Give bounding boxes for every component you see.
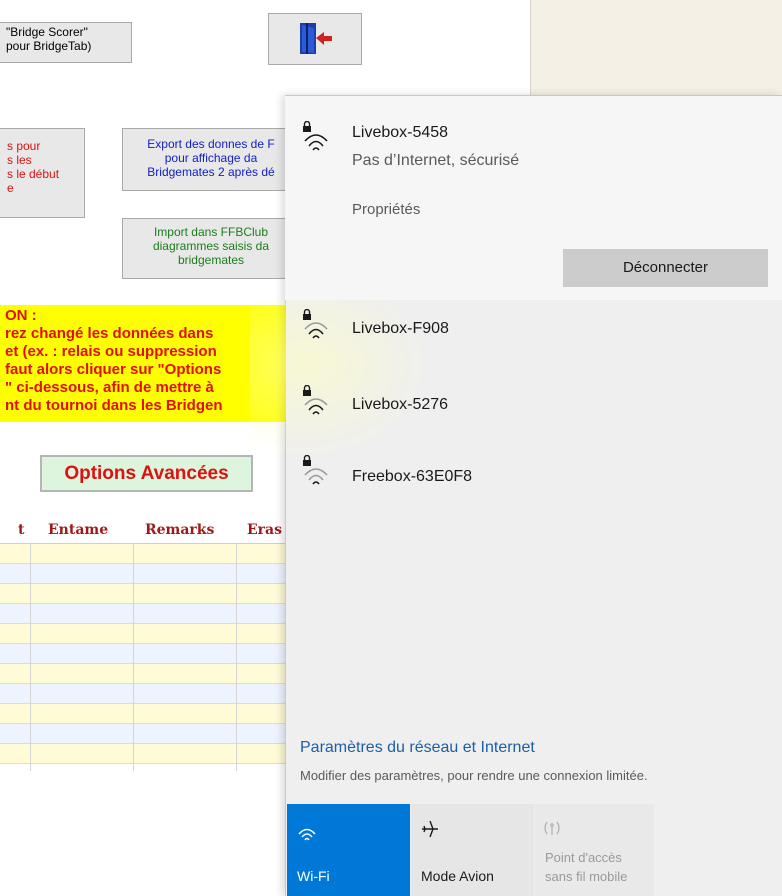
wifi-icon [298,828,316,841]
red-button-line4: e [7,181,14,195]
grid-column-divider [133,544,134,771]
grid-row[interactable] [0,684,300,704]
column-header-remarks: Remarks [145,522,215,538]
grid-row[interactable] [0,724,300,744]
import-line2: diagrammes saisis da [152,239,270,253]
red-button-line1: s pour [7,139,41,153]
grid-column-divider [236,544,237,771]
bridge-scorer-line2: pour BridgeTab) [6,39,92,53]
wifi-tile-label: Wi-Fi [297,868,330,884]
import-line1: Import dans FFBClub [153,225,269,239]
column-header-t: t [18,522,25,538]
import-button[interactable]: Import dans FFBClub diagrammes saisis da… [122,218,292,279]
column-header-entame: Entame [48,522,109,538]
grid-row[interactable] [0,604,300,624]
export-line2: pour affichage da [164,151,258,165]
red-button-line3: s le début [7,167,60,181]
airplane-mode-tile[interactable]: Mode Avion [411,804,534,896]
export-line3: Bridgemates 2 après dé [147,165,275,179]
network-name: Freebox-63E0F8 [352,468,473,485]
network-settings-link[interactable]: Paramètres du réseau et Internet [300,739,535,757]
grid-row[interactable] [0,644,300,664]
hotspot-icon [544,821,560,835]
network-name: Livebox-5276 [352,396,449,413]
properties-link[interactable]: Propriétés [352,201,420,218]
bridge-scorer-button[interactable]: "Bridge Scorer" pour BridgeTab) [0,22,132,63]
wifi-toggle-tile[interactable]: Wi-Fi [287,804,410,896]
wifi-secured-icon [303,309,328,339]
mobile-hotspot-tile[interactable]: Point d'accès sans fil mobile [535,804,654,896]
connected-network-name: Livebox-5458 [352,124,449,141]
grid-row[interactable] [0,704,300,724]
export-button[interactable]: Export des donnes de F pour affichage da… [122,128,292,191]
wifi-secured-icon [303,385,328,415]
airplane-icon [422,820,438,838]
grid-row[interactable] [0,584,300,604]
connected-network-status: Pas d’Internet, sécurisé [352,152,520,169]
advanced-options-button[interactable]: Options Avancées [40,455,253,492]
import-line3: bridgemates [177,253,245,267]
scores-grid [0,543,300,771]
red-button-line2: s les [7,153,32,167]
wifi-secured-icon [303,121,328,151]
grid-row[interactable] [0,744,300,764]
network-settings-description: Modifier des paramètres, pour rendre une… [300,768,648,783]
disconnect-button[interactable]: Déconnecter [563,249,768,287]
grid-row[interactable] [0,564,300,584]
bridge-scorer-line1: "Bridge Scorer" [6,25,88,39]
hotspot-label-line2: sans fil mobile [545,869,628,884]
airplane-tile-label: Mode Avion [421,868,494,884]
grid-row[interactable] [0,624,300,644]
grid-row[interactable] [0,664,300,684]
hotspot-label-line1: Point d'accès [545,850,622,865]
grid-column-divider [30,544,31,771]
wifi-secured-icon [303,455,328,485]
hotspot-tile-label: Point d'accès sans fil mobile [545,848,627,886]
grid-row[interactable] [0,544,300,564]
column-header-eras: Eras [247,522,282,538]
export-line1: Export des donnes de F [147,137,275,151]
exit-door-icon [300,23,332,54]
network-name: Livebox-F908 [352,320,449,337]
exit-button[interactable] [268,13,362,65]
red-action-button[interactable]: s pour s les s le début e [0,128,85,218]
